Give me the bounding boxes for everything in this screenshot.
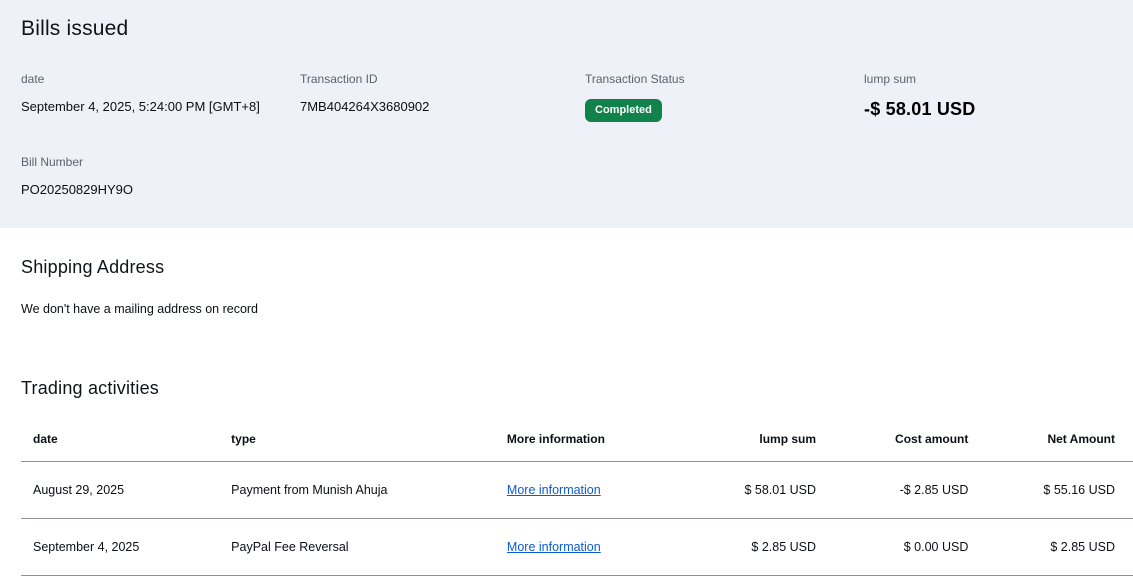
summary-band: Bills issued date September 4, 2025, 5:2… xyxy=(0,0,1133,228)
field-date: date September 4, 2025, 5:24:00 PM [GMT+… xyxy=(21,72,300,122)
cell-date: August 29, 2025 xyxy=(21,461,232,519)
summary-fields-row-1: date September 4, 2025, 5:24:00 PM [GMT+… xyxy=(21,72,1112,122)
cell-type: Payment from Munish Ahuja xyxy=(231,461,507,519)
field-date-label: date xyxy=(21,72,45,86)
cell-more-information: More information xyxy=(506,518,691,576)
column-header-net-amount: Net Amount xyxy=(968,426,1133,462)
shipping-address-heading: Shipping Address xyxy=(21,257,165,277)
summary-fields-row-2: Bill Number PO20250829HY9O xyxy=(21,155,1112,197)
field-date-value: September 4, 2025, 5:24:00 PM [GMT+8] xyxy=(21,99,260,114)
field-lump-sum-label: lump sum xyxy=(864,72,917,86)
trading-activities-table: date type More information lump sum Cost… xyxy=(21,426,1133,576)
cell-date: September 4, 2025 xyxy=(21,518,232,576)
field-lump-sum: lump sum -$ 58.01 USD xyxy=(864,72,1112,122)
cell-type: PayPal Fee Reversal xyxy=(231,518,507,576)
column-header-type: type xyxy=(231,426,507,462)
page-title: Bills issued xyxy=(21,17,129,40)
column-header-cost-amount: Cost amount xyxy=(816,426,969,462)
column-header-more-information: More information xyxy=(506,426,691,462)
cell-net-amount: $ 55.16 USD xyxy=(968,461,1133,519)
table-header-row: date type More information lump sum Cost… xyxy=(21,426,1133,462)
field-transaction-id: Transaction ID 7MB404264X3680902 xyxy=(300,72,585,122)
column-header-lump-sum: lump sum xyxy=(690,426,817,462)
field-bill-number-label: Bill Number xyxy=(21,155,84,169)
column-header-date: date xyxy=(21,426,232,462)
cell-more-information: More information xyxy=(506,461,691,519)
table-row: September 4, 2025 PayPal Fee Reversal Mo… xyxy=(21,518,1133,576)
cell-lump-sum: $ 58.01 USD xyxy=(690,461,817,519)
cell-net-amount: $ 2.85 USD xyxy=(968,518,1133,576)
cell-cost-amount: $ 0.00 USD xyxy=(816,518,969,576)
cell-cost-amount: -$ 2.85 USD xyxy=(816,461,969,519)
table-row: August 29, 2025 Payment from Munish Ahuj… xyxy=(21,461,1133,519)
shipping-address-section: Shipping Address We don't have a mailing… xyxy=(0,257,1133,316)
cell-lump-sum: $ 2.85 USD xyxy=(690,518,817,576)
field-transaction-id-value: 7MB404264X3680902 xyxy=(300,99,430,114)
field-transaction-status: Transaction Status Completed xyxy=(585,72,864,122)
field-bill-number: Bill Number PO20250829HY9O xyxy=(21,155,300,197)
shipping-address-message: We don't have a mailing address on recor… xyxy=(21,302,259,316)
field-bill-number-value: PO20250829HY9O xyxy=(21,182,134,197)
field-transaction-id-label: Transaction ID xyxy=(300,72,378,86)
more-information-link[interactable]: More information xyxy=(507,540,601,554)
status-badge: Completed xyxy=(585,99,662,122)
field-lump-sum-value: -$ 58.01 USD xyxy=(864,99,976,119)
more-information-link[interactable]: More information xyxy=(507,483,601,497)
trading-activities-heading: Trading activities xyxy=(21,378,159,398)
trading-activities-section: Trading activities xyxy=(0,378,1133,399)
field-transaction-status-label: Transaction Status xyxy=(585,72,685,86)
